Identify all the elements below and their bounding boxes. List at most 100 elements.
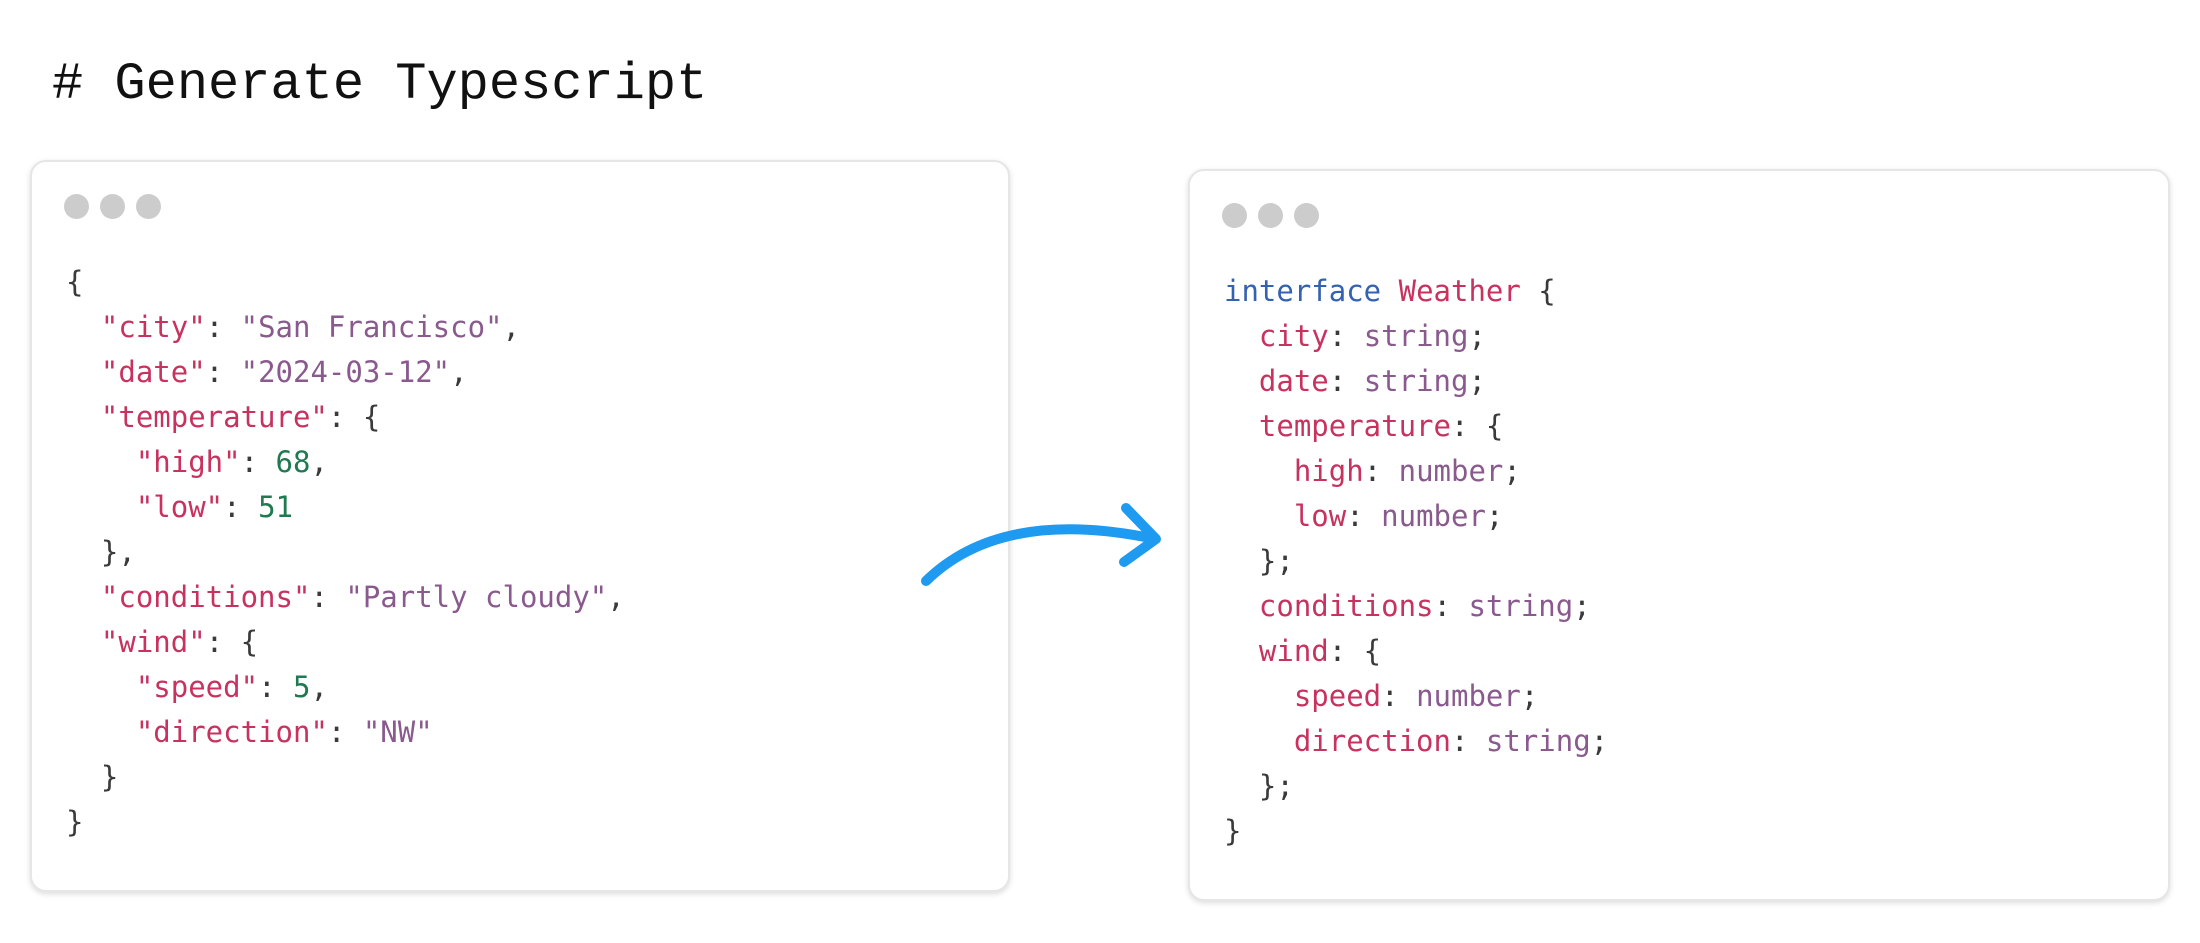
code-token-punct: , — [450, 355, 468, 389]
code-token-punct — [1224, 589, 1259, 623]
code-token-key: "high" — [135, 445, 241, 479]
code-line: "date": "2024-03-12", — [66, 350, 625, 395]
code-token-punct — [66, 355, 101, 389]
code-line: }; — [1224, 764, 1608, 809]
code-line: "city": "San Francisco", — [66, 305, 625, 350]
code-token-punct: ; — [1468, 319, 1486, 353]
code-token-key: speed — [1293, 679, 1382, 713]
code-token-key: "speed" — [135, 670, 259, 704]
code-token-punct — [1224, 364, 1259, 398]
code-token-punct: : — [258, 670, 293, 704]
code-token-punct: ; — [1485, 499, 1504, 533]
code-token-punct: , — [310, 445, 328, 479]
code-token-punct: : — [240, 445, 276, 479]
code-token-tstring: string — [1363, 319, 1469, 353]
window-controls — [1222, 203, 1330, 228]
code-line: } — [1224, 809, 1608, 854]
code-token-punct: ; — [1573, 589, 1591, 623]
code-token-type: Weather — [1398, 274, 1521, 308]
code-token-punct: : { — [1328, 634, 1382, 668]
code-token-punct — [1224, 409, 1259, 443]
code-token-punct: : — [205, 355, 241, 389]
code-token-punct: }, — [66, 535, 136, 569]
code-token-punct — [1224, 634, 1259, 668]
code-token-punct — [1224, 679, 1294, 713]
code-token-key: "date" — [100, 355, 206, 389]
code-token-punct: } — [66, 805, 84, 839]
code-line: direction: string; — [1224, 719, 1608, 764]
code-token-punct: ; — [1520, 679, 1539, 713]
code-token-punct: : — [1381, 679, 1417, 713]
code-token-key: date — [1258, 364, 1329, 398]
code-token-punct: : — [1450, 724, 1486, 758]
code-line: conditions: string; — [1224, 584, 1608, 629]
code-line: speed: number; — [1224, 674, 1608, 719]
code-token-punct: }; — [1224, 769, 1294, 803]
code-token-key: temperature — [1258, 409, 1451, 443]
window-dot-icon — [100, 194, 125, 219]
code-token-punct: : — [1328, 319, 1364, 353]
code-token-punct: } — [1224, 814, 1242, 848]
code-token-punct — [66, 715, 136, 749]
code-token-key: direction — [1293, 724, 1451, 758]
window-dot-icon — [1294, 203, 1319, 228]
code-token-key: "conditions" — [100, 580, 311, 614]
code-line: "low": 51 — [66, 485, 625, 530]
code-token-string: "Partly cloudy" — [345, 580, 608, 614]
code-line: } — [66, 800, 625, 845]
window-dot-icon — [64, 194, 89, 219]
code-token-punct — [66, 625, 101, 659]
json-code-window: { "city": "San Francisco", "date": "2024… — [30, 160, 1010, 892]
code-token-punct — [1224, 724, 1294, 758]
code-token-punct: , — [502, 310, 520, 344]
code-token-punct — [66, 445, 136, 479]
code-token-punct — [66, 490, 136, 524]
code-line: } — [66, 755, 625, 800]
code-token-key: "wind" — [100, 625, 206, 659]
code-token-key: "low" — [135, 490, 224, 524]
code-token-string: "2024-03-12" — [240, 355, 451, 389]
window-dot-icon — [1258, 203, 1283, 228]
json-code-block: { "city": "San Francisco", "date": "2024… — [66, 260, 625, 845]
code-token-key: "temperature" — [100, 400, 328, 434]
code-line: date: string; — [1224, 359, 1608, 404]
code-token-key: city — [1258, 319, 1329, 353]
code-token-number: 68 — [275, 445, 311, 479]
code-token-tstring: string — [1468, 589, 1574, 623]
code-token-punct — [1381, 274, 1398, 308]
code-line: "direction": "NW" — [66, 710, 625, 755]
code-token-tstring: string — [1485, 724, 1591, 758]
code-token-punct — [1224, 499, 1294, 533]
code-token-punct — [66, 670, 136, 704]
code-token-punct: ; — [1503, 454, 1521, 488]
code-token-punct: { — [1520, 274, 1556, 308]
code-line: { — [66, 260, 625, 305]
code-token-punct — [1224, 454, 1294, 488]
code-token-punct — [66, 310, 101, 344]
code-token-punct: : — [1346, 499, 1382, 533]
window-controls — [64, 194, 172, 219]
code-token-tstring: string — [1363, 364, 1469, 398]
code-token-key: conditions — [1258, 589, 1434, 623]
code-token-punct: : — [310, 580, 346, 614]
code-line: "temperature": { — [66, 395, 625, 440]
code-token-punct — [66, 580, 101, 614]
code-token-punct: : { — [1450, 409, 1504, 443]
code-line: high: number; — [1224, 449, 1608, 494]
code-token-punct: ; — [1590, 724, 1609, 758]
code-token-punct: { — [66, 265, 84, 299]
code-token-string: "NW" — [362, 715, 433, 749]
code-line: wind: { — [1224, 629, 1608, 674]
code-token-key: low — [1293, 499, 1347, 533]
code-token-punct: , — [310, 670, 328, 704]
code-token-punct: : { — [327, 400, 381, 434]
code-token-string: "San Francisco" — [240, 310, 503, 344]
code-token-punct: : — [1363, 454, 1399, 488]
code-token-punct — [1224, 319, 1259, 353]
code-token-keyword: interface — [1224, 274, 1382, 308]
code-line: "wind": { — [66, 620, 625, 665]
code-token-punct: : — [327, 715, 363, 749]
code-token-punct: , — [607, 580, 625, 614]
code-line: }, — [66, 530, 625, 575]
code-line: }; — [1224, 539, 1608, 584]
